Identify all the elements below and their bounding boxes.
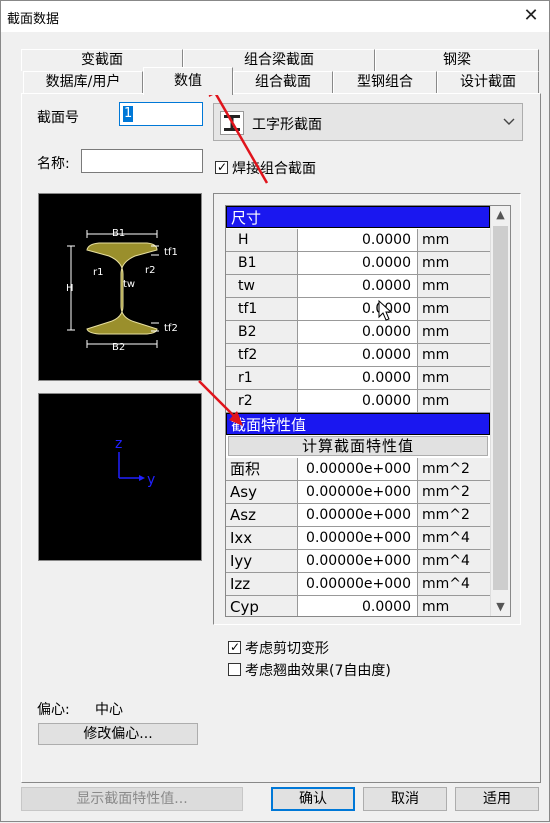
section-data-dialog: 截面数据 ✕ 变截面 组合梁截面 钢梁 数据库/用户 数值 组合截面 型钢组合 … [0, 0, 550, 822]
annotation-overlay [198, 79, 393, 426]
mouse-cursor-icon [378, 299, 393, 321]
tab-value[interactable]: 数值 [143, 67, 233, 95]
red-arrow-icon [198, 380, 243, 426]
